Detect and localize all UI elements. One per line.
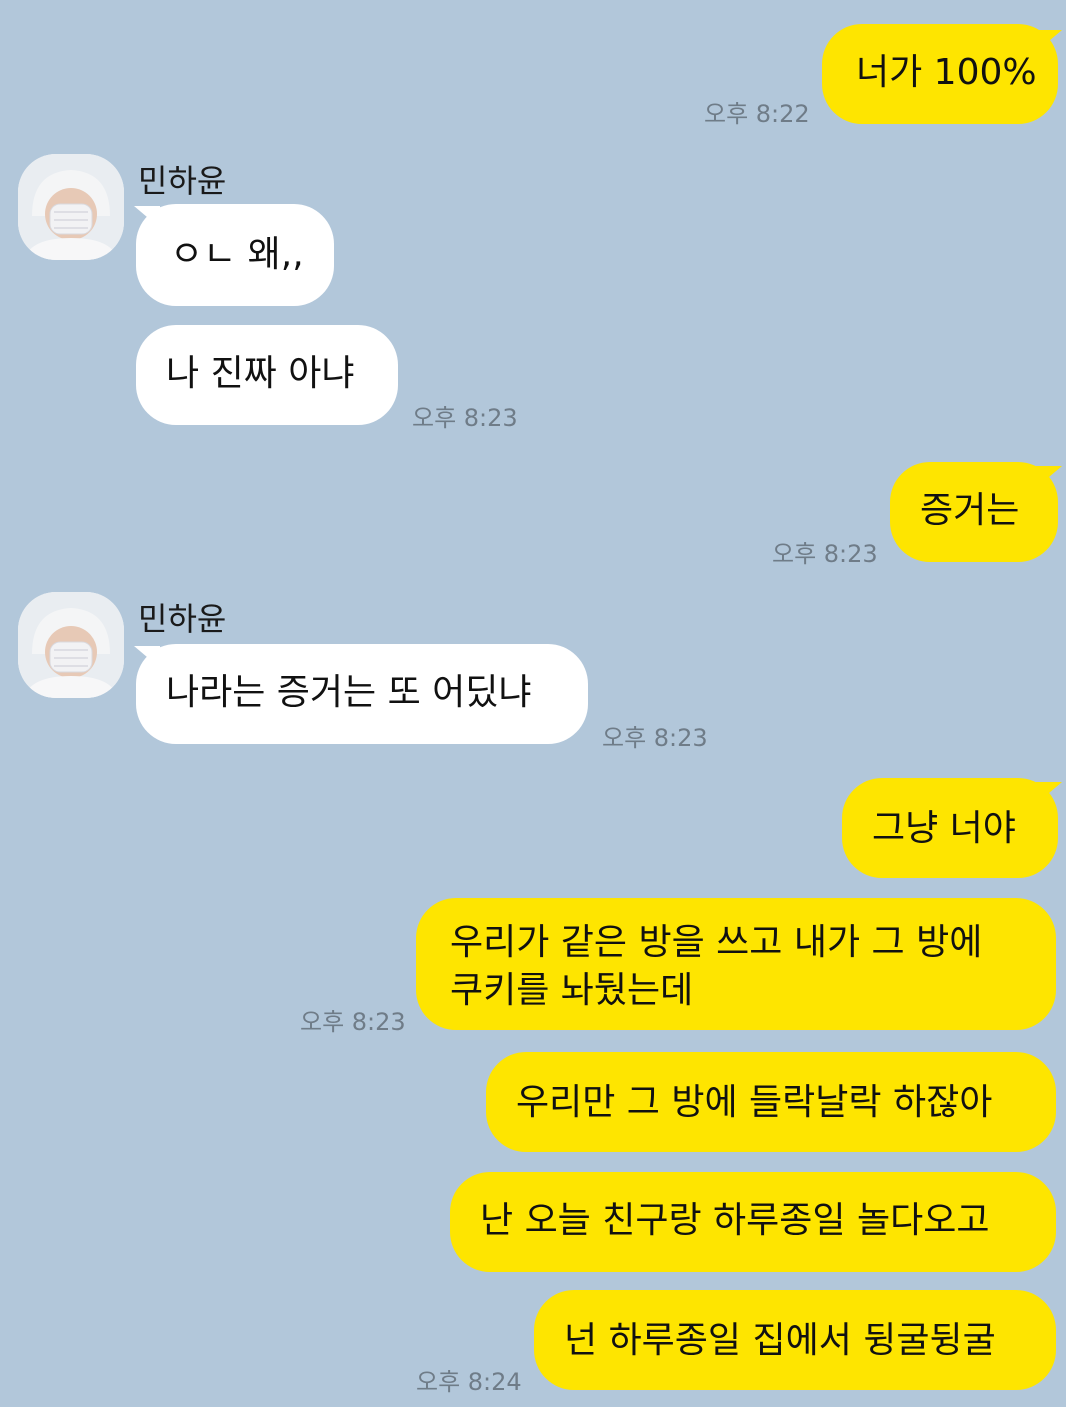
bubble-tail bbox=[1036, 30, 1062, 52]
contact-name: 민하윤 bbox=[138, 162, 227, 200]
message-timestamp: 오후 8:23 bbox=[300, 1008, 406, 1036]
profile-photo-icon bbox=[18, 592, 124, 698]
message-text: 우리만 그 방에 들락날락 하잖아 bbox=[516, 1082, 993, 1123]
message-text: 나 진짜 아냐 bbox=[166, 353, 355, 394]
message-bubble-mine[interactable]: 우리가 같은 방을 쓰고 내가 그 방에 쿠키를 놔뒀는데 bbox=[416, 898, 1056, 1030]
message-timestamp: 오후 8:23 bbox=[412, 404, 518, 432]
message-text-line2: 쿠키를 놔뒀는데 bbox=[450, 970, 694, 1011]
message-text: ㅇㄴ 왜,, bbox=[170, 234, 304, 275]
message-text: 그냥 너야 bbox=[872, 808, 1016, 849]
bubble-tail bbox=[1036, 782, 1062, 804]
message-text-line1: 우리가 같은 방을 쓰고 내가 그 방에 bbox=[450, 922, 983, 963]
message-text: 나라는 증거는 또 어딨냐 bbox=[166, 672, 532, 713]
message-text: 넌 하루종일 집에서 뒹굴뒹굴 bbox=[564, 1320, 996, 1361]
message-timestamp: 오후 8:23 bbox=[772, 540, 878, 568]
contact-avatar[interactable] bbox=[18, 154, 124, 260]
message-bubble-mine[interactable]: 너가 100% bbox=[822, 24, 1058, 124]
message-bubble-theirs[interactable]: ㅇㄴ 왜,, bbox=[136, 204, 334, 306]
message-bubble-mine[interactable]: 증거는 bbox=[890, 462, 1058, 562]
message-bubble-mine[interactable]: 난 오늘 친구랑 하루종일 놀다오고 bbox=[450, 1172, 1056, 1272]
message-bubble-theirs[interactable]: 나라는 증거는 또 어딨냐 bbox=[136, 644, 588, 744]
message-timestamp: 오후 8:22 bbox=[704, 100, 810, 128]
message-timestamp: 오후 8:23 bbox=[602, 724, 708, 752]
message-text: 너가 100% bbox=[856, 52, 1037, 93]
message-bubble-mine[interactable]: 넌 하루종일 집에서 뒹굴뒹굴 bbox=[534, 1290, 1056, 1390]
contact-name: 민하윤 bbox=[138, 600, 227, 638]
contact-avatar[interactable] bbox=[18, 592, 124, 698]
profile-photo-icon bbox=[18, 154, 124, 260]
message-bubble-mine[interactable]: 우리만 그 방에 들락날락 하잖아 bbox=[486, 1052, 1056, 1152]
message-text: 난 오늘 친구랑 하루종일 놀다오고 bbox=[480, 1200, 990, 1241]
message-bubble-mine[interactable]: 그냥 너야 bbox=[842, 778, 1058, 878]
message-timestamp: 오후 8:24 bbox=[416, 1368, 522, 1396]
message-bubble-theirs[interactable]: 나 진짜 아냐 bbox=[136, 325, 398, 425]
bubble-tail bbox=[1036, 466, 1062, 488]
message-text: 증거는 bbox=[920, 490, 1020, 531]
